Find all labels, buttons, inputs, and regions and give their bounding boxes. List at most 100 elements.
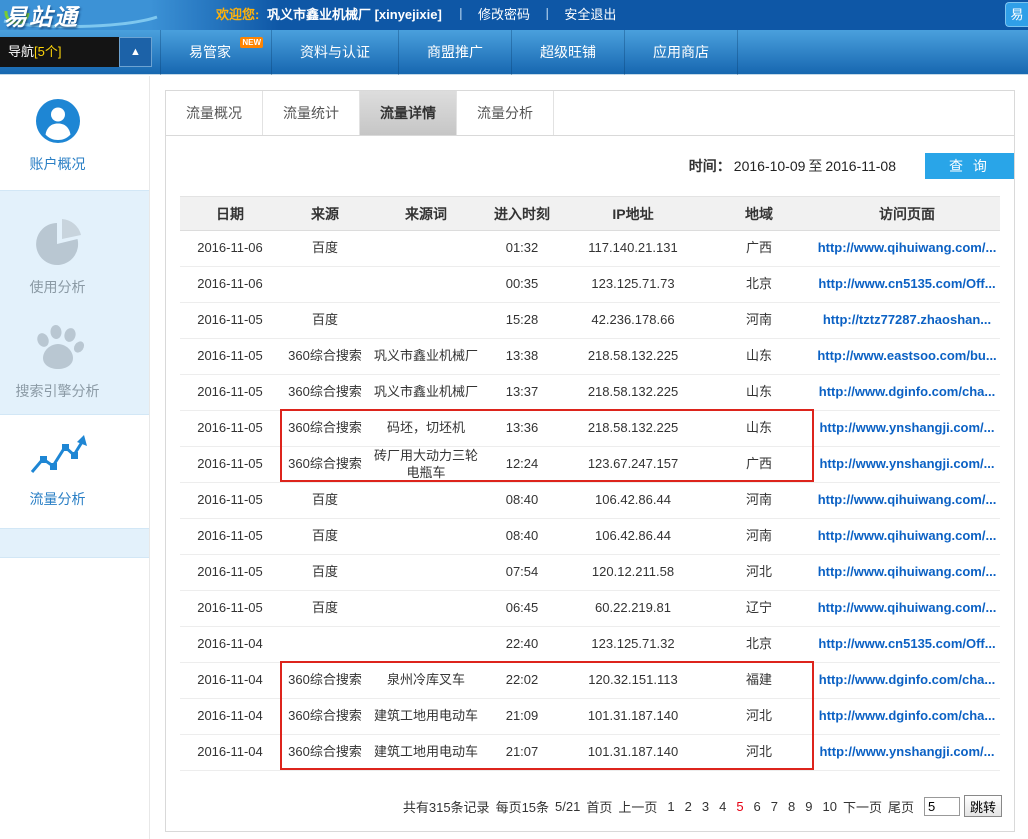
nav-tab-super-shop[interactable]: 超级旺铺: [512, 30, 625, 75]
table-row: 2016-11-06 百度 01:32 117.140.21.131 广西 ht…: [180, 231, 1000, 267]
sidebar-item-label: 流量分析: [0, 489, 115, 509]
page-6-link[interactable]: 6: [754, 799, 761, 814]
cell-visit-page-link[interactable]: http://www.ynshangji.com/...: [814, 411, 1000, 447]
cell-region: 北京: [704, 627, 814, 663]
table-row: 2016-11-05 百度 08:40 106.42.86.44 河南 http…: [180, 519, 1000, 555]
cell-region: 山东: [704, 339, 814, 375]
cell-visit-page-link[interactable]: http://www.qihuiwang.com/...: [814, 555, 1000, 591]
cell-region: 河北: [704, 735, 814, 771]
cell-visit-page-link[interactable]: http://www.eastsoo.com/bu...: [814, 339, 1000, 375]
traffic-tabs: 流量概况 流量统计 流量详情 流量分析: [166, 91, 1014, 136]
page-7-link[interactable]: 7: [771, 799, 778, 814]
nav-tab-label: 超级旺铺: [540, 44, 596, 60]
table-header-row: 日期 来源 来源词 进入时刻 IP地址 地域 访问页面: [180, 197, 1000, 231]
separator: 丨: [454, 7, 467, 22]
cell-date: 2016-11-05: [180, 375, 280, 411]
tab-traffic-stats[interactable]: 流量统计: [263, 91, 360, 135]
cell-keyword: 巩义市鑫业机械厂: [370, 375, 482, 411]
cell-visit-page-link[interactable]: http://www.ynshangji.com/...: [814, 735, 1000, 771]
cell-visit-page-link[interactable]: http://www.dginfo.com/cha...: [814, 375, 1000, 411]
cell-source: [280, 627, 370, 663]
cell-date: 2016-11-06: [180, 231, 280, 267]
tab-traffic-detail[interactable]: 流量详情: [360, 91, 457, 135]
cell-visit-page-link[interactable]: http://www.dginfo.com/cha...: [814, 663, 1000, 699]
cell-visit-page-link[interactable]: http://www.cn5135.com/Off...: [814, 267, 1000, 303]
table-row: 2016-11-04 360综合搜索 建筑工地用电动车 21:07 101.31…: [180, 735, 1000, 771]
next-page-link[interactable]: 下一页: [843, 797, 882, 816]
cell-keyword: [370, 627, 482, 663]
nav-dropdown[interactable]: 导航[5个]: [0, 37, 119, 67]
page-3-link[interactable]: 3: [702, 799, 709, 814]
cell-visit-page-link[interactable]: http://www.dginfo.com/cha...: [814, 699, 1000, 735]
cell-date: 2016-11-05: [180, 591, 280, 627]
page-10-link[interactable]: 10: [822, 799, 836, 814]
cell-visit-page-link[interactable]: http://www.qihuiwang.com/...: [814, 231, 1000, 267]
cell-region: 河南: [704, 483, 814, 519]
nav-dropdown-count: [5个]: [34, 44, 61, 59]
page-5-link-current[interactable]: 5: [736, 799, 743, 814]
cell-ip: 101.31.187.140: [562, 699, 704, 735]
topbar: 易站通 欢迎您: 巩义市鑫业机械厂 [xinyejixie] 丨 修改密码 丨 …: [0, 0, 1028, 30]
page-1-link[interactable]: 1: [667, 799, 674, 814]
sidebar-item-search-engine-analysis[interactable]: 搜索引擎分析: [0, 303, 149, 415]
cell-entry-time: 01:32: [482, 231, 562, 267]
tab-traffic-analysis[interactable]: 流量分析: [457, 91, 554, 135]
nav-tab-app-store[interactable]: 应用商店: [625, 30, 738, 75]
cell-source: 百度: [280, 303, 370, 339]
jump-page-input[interactable]: [924, 797, 960, 816]
cell-date: 2016-11-06: [180, 267, 280, 303]
sidebar-item-traffic-analysis[interactable]: 流量分析: [0, 415, 149, 528]
cell-keyword: 砖厂用大动力三轮电瓶车: [370, 447, 482, 483]
cell-ip: 101.31.187.140: [562, 735, 704, 771]
traffic-table: 日期 来源 来源词 进入时刻 IP地址 地域 访问页面 2016-11-06 百…: [180, 196, 1000, 771]
nav-collapse-button[interactable]: ▲: [119, 37, 152, 67]
cell-region: 河南: [704, 303, 814, 339]
cell-visit-page-link[interactable]: http://www.qihuiwang.com/...: [814, 591, 1000, 627]
cell-entry-time: 22:40: [482, 627, 562, 663]
cell-entry-time: 00:35: [482, 267, 562, 303]
col-header-entry-time: 进入时刻: [482, 197, 562, 231]
cell-visit-page-link[interactable]: http://www.qihuiwang.com/...: [814, 519, 1000, 555]
last-page-link[interactable]: 尾页: [888, 797, 914, 816]
table-row: 2016-11-06 00:35 123.125.71.73 北京 http:/…: [180, 267, 1000, 303]
sidebar: 账户概况 使用分析 搜索引擎分析 流量分析: [0, 76, 150, 839]
page-4-link[interactable]: 4: [719, 799, 726, 814]
cell-visit-page-link[interactable]: http://www.qihuiwang.com/...: [814, 483, 1000, 519]
page-indicator: 5/21: [555, 799, 580, 814]
nav-tab-alliance-promotion[interactable]: 商盟推广: [399, 30, 512, 75]
cell-source: 360综合搜索: [280, 447, 370, 483]
line-chart-icon: [29, 433, 87, 479]
cell-source: 360综合搜索: [280, 339, 370, 375]
cell-visit-page-link[interactable]: http://tztz77287.zhaoshan...: [814, 303, 1000, 339]
page-8-link[interactable]: 8: [788, 799, 795, 814]
tab-traffic-overview[interactable]: 流量概况: [166, 91, 263, 135]
sidebar-item-usage-analysis[interactable]: 使用分析: [0, 190, 149, 303]
cell-visit-page-link[interactable]: http://www.cn5135.com/Off...: [814, 627, 1000, 663]
jump-button[interactable]: 跳转: [964, 795, 1002, 817]
page-9-link[interactable]: 9: [805, 799, 812, 814]
cell-entry-time: 21:09: [482, 699, 562, 735]
page-2-link[interactable]: 2: [685, 799, 692, 814]
first-page-link[interactable]: 首页: [586, 797, 612, 816]
per-page-label: 每页15条: [496, 797, 549, 816]
cell-region: 山东: [704, 411, 814, 447]
cell-entry-time: 06:45: [482, 591, 562, 627]
total-records-label: 共有315条记录: [403, 797, 490, 816]
end-date[interactable]: 2016-11-08: [825, 158, 896, 174]
cell-keyword: [370, 591, 482, 627]
start-date[interactable]: 2016-10-09: [734, 158, 806, 174]
floating-panel-button[interactable]: 易: [1005, 2, 1028, 27]
logout-link[interactable]: 安全退出: [564, 7, 616, 22]
nav-tab-yiguanjia[interactable]: 易管家 NEW: [160, 30, 272, 75]
cell-source: 360综合搜索: [280, 663, 370, 699]
cell-ip: 106.42.86.44: [562, 483, 704, 519]
cell-entry-time: 21:07: [482, 735, 562, 771]
sidebar-item-account-overview[interactable]: 账户概况: [0, 76, 149, 190]
cell-entry-time: 13:37: [482, 375, 562, 411]
query-button[interactable]: 查 询: [925, 153, 1014, 179]
sidebar-spacer: [0, 528, 149, 558]
prev-page-link[interactable]: 上一页: [618, 797, 657, 816]
change-password-link[interactable]: 修改密码: [478, 7, 530, 22]
nav-tab-credentials[interactable]: 资料与认证: [272, 30, 399, 75]
cell-visit-page-link[interactable]: http://www.ynshangji.com/...: [814, 447, 1000, 483]
